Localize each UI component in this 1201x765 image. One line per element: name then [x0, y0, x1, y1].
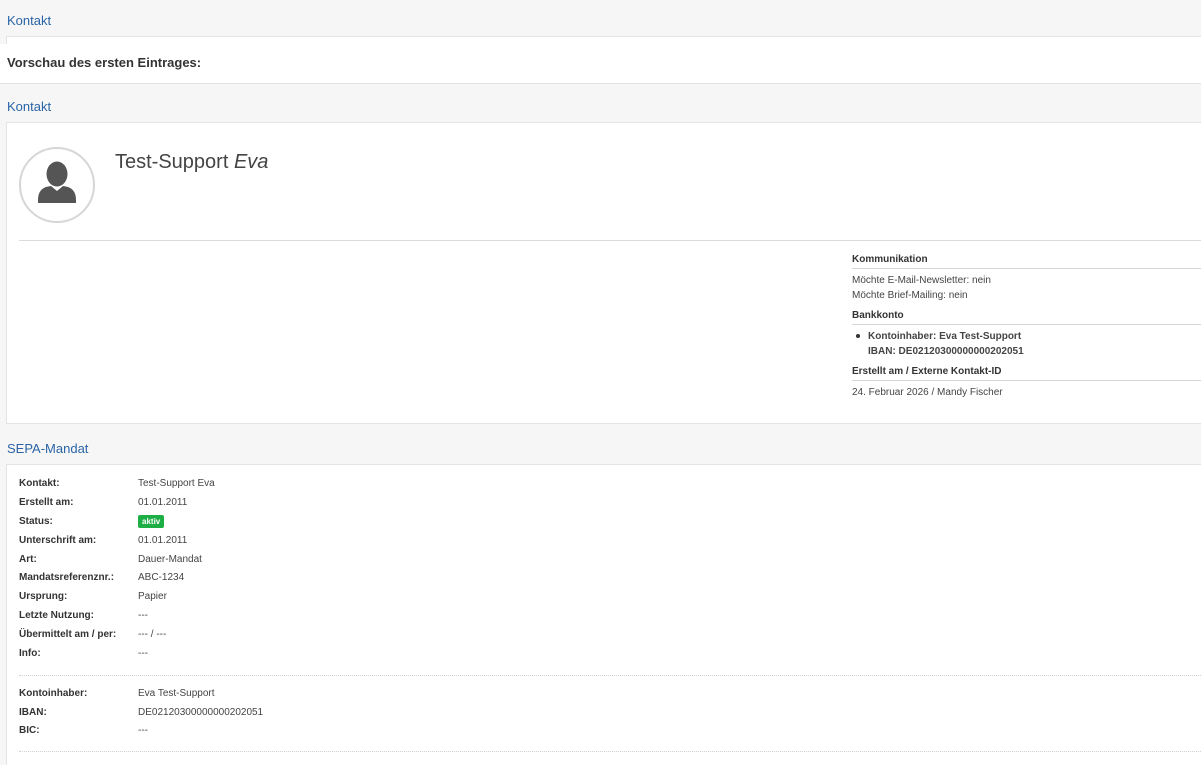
- sepa-label-bic: BIC:: [19, 725, 40, 736]
- sepa-separator: [19, 675, 1201, 676]
- contact-divider: [19, 240, 1201, 241]
- sepa-value-inhaber: Eva Test-Support: [138, 688, 215, 699]
- sepa-value-iban: DE02120300000000202051: [138, 707, 264, 718]
- sepa-value-ursprung: Papier: [138, 591, 167, 602]
- kommunikation-block: Kommunikation Möchte E-Mail-Newsletter: …: [852, 254, 1201, 303]
- sepa-separator-bottom: [19, 751, 1201, 752]
- person-silhouette-icon: [38, 161, 76, 203]
- section-title-kontakt: Kontakt: [7, 99, 52, 114]
- kommunikation-heading: Kommunikation: [852, 254, 1201, 269]
- erstellt-block: Erstellt am / Externe Kontakt-ID 24. Feb…: [852, 366, 1201, 400]
- sepa-value-kontakt: Test-Support Eva: [138, 478, 215, 489]
- contact-surname: Test-Support: [115, 151, 229, 173]
- sepa-value-info: ---: [138, 648, 148, 659]
- section-title-kontakt-top: Kontakt: [7, 13, 52, 28]
- sepa-label-nutzung: Letzte Nutzung:: [19, 610, 94, 621]
- preview-label: Vorschau des ersten Eintrages:: [7, 55, 202, 70]
- bank-account-item: Kontoinhaber: Eva Test-Support IBAN: DE0…: [852, 329, 1201, 359]
- sepa-label-status: Status:: [19, 516, 53, 527]
- erstellt-value: 24. Februar 2026 / Mandy Fischer: [852, 387, 1003, 398]
- sepa-value-bic: ---: [138, 725, 148, 736]
- contact-firstname: Eva: [233, 151, 269, 173]
- sepa-value-erstellt: 01.01.2011: [138, 497, 188, 508]
- sepa-label-uebermittelt: Übermittelt am / per:: [19, 629, 117, 640]
- sepa-label-iban: IBAN:: [19, 707, 47, 718]
- sepa-label-mandat: Mandatsreferenznr.:: [19, 572, 115, 583]
- status-badge: aktiv: [138, 515, 165, 528]
- sepa-panel: Kontakt: Test-Support Eva Erstellt am: 0…: [6, 464, 1201, 765]
- sepa-label-erstellt: Erstellt am:: [19, 497, 74, 508]
- mailing-pref: Möchte Brief-Mailing: nein: [852, 290, 968, 301]
- bank-iban: IBAN: DE02120300000000202051: [868, 346, 1024, 357]
- sepa-value-nutzung: ---: [138, 610, 148, 621]
- sepa-value-uebermittelt: --- / ---: [138, 629, 167, 640]
- section-title-sepa: SEPA-Mandat: [7, 441, 89, 456]
- sepa-label-kontakt: Kontakt:: [19, 478, 60, 489]
- contact-panel: Test-Support Eva Kommunikation Möchte E-…: [6, 122, 1201, 424]
- sepa-value-art: Dauer-Mandat: [138, 554, 202, 565]
- sepa-label-info: Info:: [19, 648, 41, 659]
- newsletter-pref: Möchte E-Mail-Newsletter: nein: [852, 275, 991, 286]
- sepa-value-mandat: ABC-1234: [138, 572, 185, 583]
- contact-name: Test-Support Eva: [115, 151, 268, 174]
- sepa-label-art: Art:: [19, 554, 37, 565]
- sepa-label-unterschrift: Unterschrift am:: [19, 535, 97, 546]
- sepa-label-ursprung: Ursprung:: [19, 591, 68, 602]
- bankkonto-block: Bankkonto Kontoinhaber: Eva Test-Support…: [852, 310, 1201, 359]
- sepa-value-unterschrift: 01.01.2011: [138, 535, 188, 546]
- sepa-label-inhaber: Kontoinhaber:: [19, 688, 88, 699]
- bank-owner: Kontoinhaber: Eva Test-Support: [868, 331, 1022, 342]
- bankkonto-heading: Bankkonto: [852, 310, 1201, 325]
- erstellt-heading: Erstellt am / Externe Kontakt-ID: [852, 366, 1201, 381]
- avatar: [19, 147, 95, 223]
